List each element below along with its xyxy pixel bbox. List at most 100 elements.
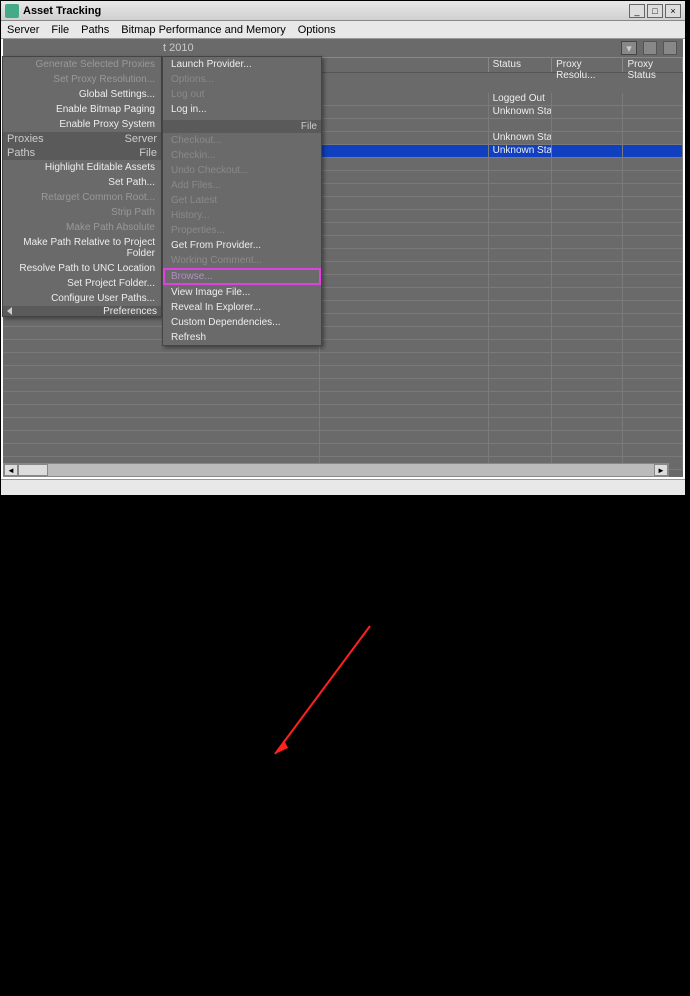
close-button[interactable]: × — [665, 4, 681, 18]
menu-item[interactable]: Resolve Path to UNC Location — [3, 261, 161, 276]
table-cell — [623, 158, 683, 170]
menu-item[interactable]: Enable Proxy System — [3, 117, 161, 132]
table-cell — [320, 444, 489, 456]
column-header[interactable]: Proxy Status — [623, 58, 683, 72]
scroll-track[interactable] — [48, 464, 654, 476]
context-menu-left: Generate Selected ProxiesSet Proxy Resol… — [2, 56, 162, 317]
menu-item[interactable]: Make Path Relative to Project Folder — [3, 235, 161, 261]
table-cell — [3, 379, 320, 391]
table-cell — [320, 301, 489, 313]
table-cell — [489, 340, 552, 352]
menu-item: Options... — [163, 72, 321, 87]
menu-item[interactable]: Set Path... — [3, 175, 161, 190]
context-menu-right: Launch Provider...Options...Log outLog i… — [162, 56, 322, 346]
table-row[interactable] — [3, 431, 683, 444]
menu-item-browse[interactable]: Browse... — [163, 268, 321, 285]
menu-item[interactable]: Get From Provider... — [163, 238, 321, 253]
menu-item[interactable]: Highlight Editable Assets — [3, 160, 161, 175]
menu-item[interactable]: Refresh — [163, 330, 321, 345]
table-cell — [552, 210, 623, 222]
column-header[interactable] — [320, 58, 489, 72]
menu-paths[interactable]: Paths — [81, 24, 109, 36]
table-cell — [623, 223, 683, 235]
horizontal-scrollbar[interactable]: ◄ ► — [3, 463, 669, 477]
section-label: File — [139, 147, 157, 159]
menu-item[interactable]: Reveal In Explorer... — [163, 300, 321, 315]
menu-file[interactable]: File — [51, 24, 69, 36]
table-row[interactable] — [3, 340, 683, 353]
table-row[interactable] — [3, 379, 683, 392]
table-row[interactable] — [3, 418, 683, 431]
table-cell — [623, 145, 683, 157]
menu-options[interactable]: Options — [298, 24, 336, 36]
column-header[interactable]: Proxy Resolu... — [552, 58, 623, 72]
menu-item: Get Latest — [163, 193, 321, 208]
section-label: File — [163, 120, 321, 133]
maximize-button[interactable]: □ — [647, 4, 663, 18]
table-cell — [489, 184, 552, 196]
menu-footer[interactable]: Preferences — [3, 306, 161, 316]
menu-item[interactable]: Custom Dependencies... — [163, 315, 321, 330]
table-cell — [320, 249, 489, 261]
settings-icon[interactable] — [663, 41, 677, 55]
table-cell — [489, 119, 552, 131]
menu-item[interactable]: Configure User Paths... — [3, 291, 161, 306]
table-cell — [623, 197, 683, 209]
menu-item: History... — [163, 208, 321, 223]
app-icon — [5, 4, 19, 18]
help-icon[interactable] — [643, 41, 657, 55]
scroll-thumb[interactable] — [18, 464, 48, 476]
table-cell — [623, 431, 683, 443]
titlebar[interactable]: Asset Tracking _ □ × — [1, 1, 685, 21]
minimize-button[interactable]: _ — [629, 4, 645, 18]
table-cell — [623, 288, 683, 300]
menu-item: Add Files... — [163, 178, 321, 193]
table-cell — [552, 379, 623, 391]
table-row[interactable] — [3, 392, 683, 405]
table-row[interactable] — [3, 405, 683, 418]
table-row[interactable] — [3, 327, 683, 340]
table-cell — [320, 106, 489, 118]
section-label: Paths — [7, 147, 35, 159]
table-cell — [623, 353, 683, 365]
menu-bitmap[interactable]: Bitmap Performance and Memory — [121, 24, 285, 36]
menu-server[interactable]: Server — [7, 24, 39, 36]
menu-item: Checkin... — [163, 148, 321, 163]
table-cell — [320, 184, 489, 196]
table-cell — [3, 405, 320, 417]
scroll-right-button[interactable]: ► — [654, 464, 668, 476]
table-cell — [623, 366, 683, 378]
table-cell — [623, 444, 683, 456]
table-cell — [320, 93, 489, 105]
column-header[interactable]: Status — [489, 58, 552, 72]
scroll-left-button[interactable]: ◄ — [4, 464, 18, 476]
table-cell — [320, 353, 489, 365]
menu-item[interactable]: Enable Bitmap Paging — [3, 102, 161, 117]
menu-item-preferences[interactable]: Preferences — [103, 306, 157, 317]
table-cell: Logged Out — [489, 93, 552, 105]
table-cell — [320, 145, 489, 157]
table-cell — [3, 353, 320, 365]
table-cell — [3, 431, 320, 443]
table-cell — [320, 379, 489, 391]
menu-item: Log out — [163, 87, 321, 102]
table-cell — [623, 132, 683, 144]
table-cell — [320, 288, 489, 300]
menu-item[interactable]: Launch Provider... — [163, 57, 321, 72]
menu-item[interactable]: View Image File... — [163, 285, 321, 300]
table-cell — [623, 184, 683, 196]
table-cell — [623, 171, 683, 183]
table-row[interactable] — [3, 444, 683, 457]
dropdown-button[interactable]: ▾ — [621, 41, 637, 55]
table-row[interactable] — [3, 366, 683, 379]
menu-item[interactable]: Global Settings... — [3, 87, 161, 102]
table-row[interactable] — [3, 353, 683, 366]
menu-item[interactable]: Set Project Folder... — [3, 276, 161, 291]
table-cell — [552, 301, 623, 313]
menu-item[interactable]: Log in... — [163, 102, 321, 117]
table-cell — [489, 314, 552, 326]
menu-item: Set Proxy Resolution... — [3, 72, 161, 87]
menu-item: Working Comment... — [163, 253, 321, 268]
table-cell — [320, 366, 489, 378]
table-cell — [489, 236, 552, 248]
